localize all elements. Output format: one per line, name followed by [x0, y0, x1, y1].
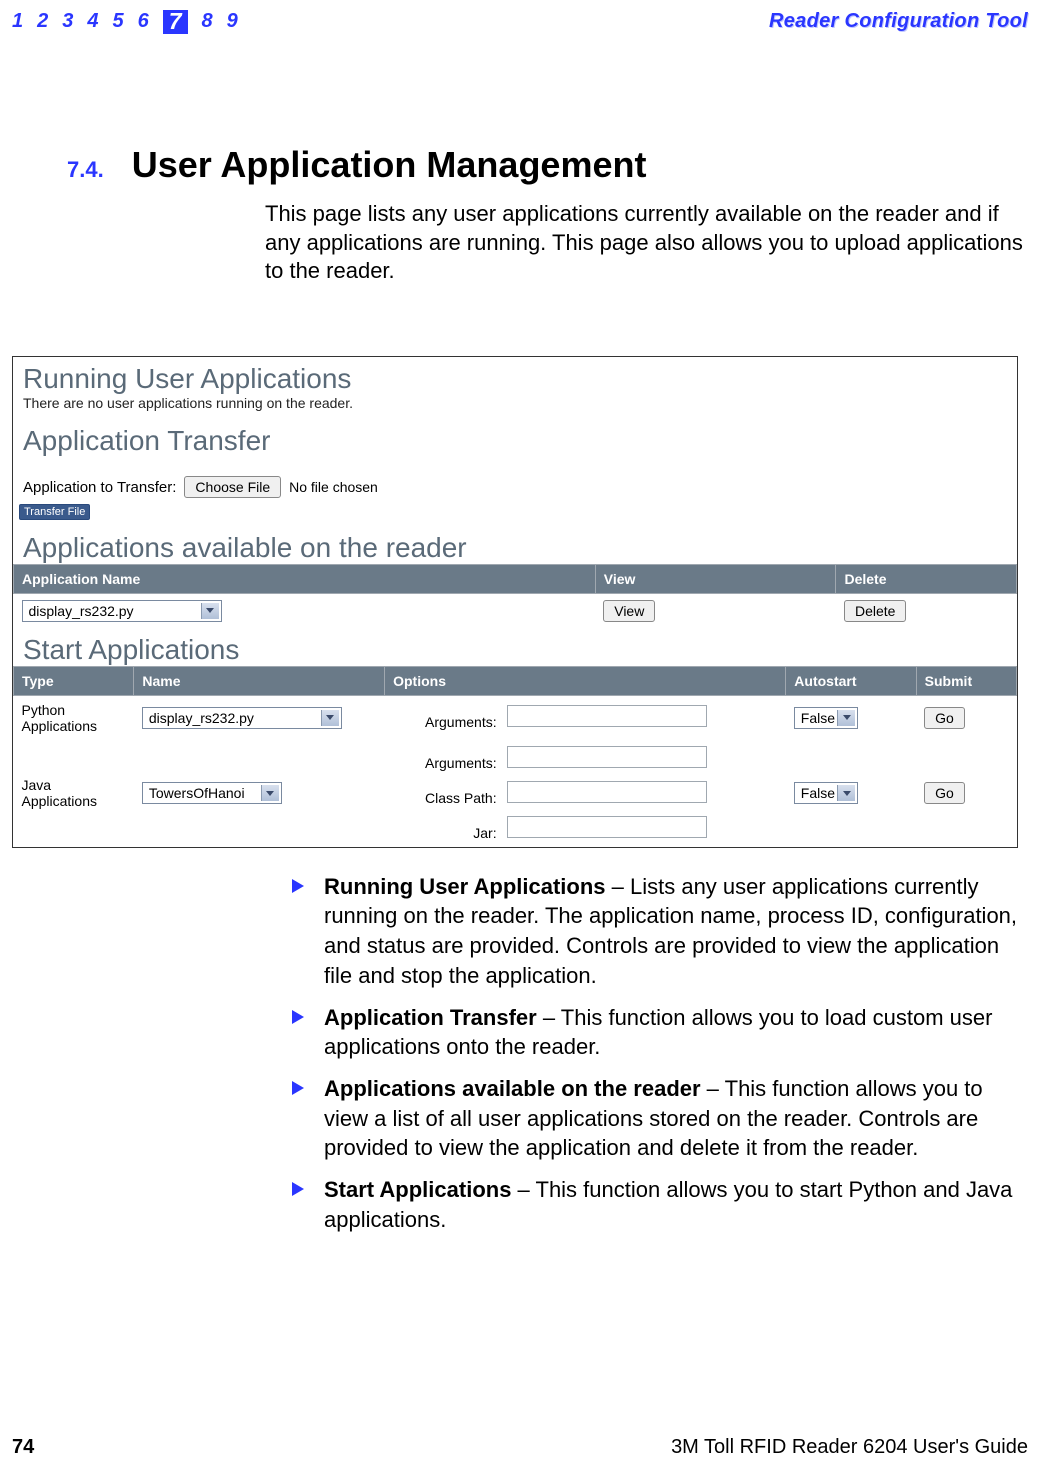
- chevron-down-icon: [837, 785, 855, 801]
- col-delete: Delete: [836, 564, 1017, 593]
- col-name: Name: [134, 666, 385, 695]
- java-args-input[interactable]: [507, 746, 707, 768]
- available-apps-title: Applications available on the reader: [13, 526, 1017, 564]
- chevron-down-icon: [261, 785, 279, 801]
- tab-3[interactable]: 3: [62, 10, 73, 34]
- java-jar-input[interactable]: [507, 816, 707, 838]
- section-title: User Application Management: [132, 144, 647, 186]
- running-apps-title: Running User Applications: [13, 357, 1017, 395]
- guide-title: 3M Toll RFID Reader 6204 User's Guide: [671, 1436, 1028, 1459]
- tab-1[interactable]: 1: [12, 10, 23, 34]
- embedded-screenshot: Running User Applications There are no u…: [12, 356, 1018, 848]
- tab-7-current[interactable]: 7: [163, 10, 188, 34]
- section-heading: 7.4. User Application Management: [67, 144, 1028, 186]
- tool-name: Reader Configuration Tool: [769, 10, 1028, 33]
- python-row: Python Applications display_rs232.py Arg…: [14, 695, 1017, 740]
- delete-button[interactable]: Delete: [844, 600, 906, 622]
- java-name-select[interactable]: TowersOfHanoi: [142, 782, 282, 804]
- col-options: Options: [385, 666, 786, 695]
- python-go-button[interactable]: Go: [924, 707, 965, 729]
- feature-list: Running User Applications – Lists any us…: [292, 872, 1018, 1235]
- java-autostart-select[interactable]: False: [794, 782, 858, 804]
- tab-6[interactable]: 6: [138, 10, 149, 34]
- bullet-start: Start Applications – This function allow…: [292, 1175, 1018, 1234]
- col-autostart: Autostart: [786, 666, 916, 695]
- chapter-tabs: 1 2 3 4 5 6 7 8 9: [12, 10, 238, 34]
- available-apps-table: Application Name View Delete display_rs2…: [13, 564, 1017, 628]
- col-app-name: Application Name: [14, 564, 596, 593]
- start-apps-title: Start Applications: [13, 628, 1017, 666]
- java-row: Java Applications TowersOfHanoi Argument…: [14, 740, 1017, 847]
- bullet-running: Running User Applications – Lists any us…: [292, 872, 1018, 991]
- no-file-text: No file chosen: [289, 479, 378, 495]
- java-classpath-input[interactable]: [507, 781, 707, 803]
- chevron-down-icon: [321, 710, 339, 726]
- python-name-select[interactable]: display_rs232.py: [142, 707, 342, 729]
- python-autostart-select[interactable]: False: [794, 707, 858, 729]
- java-type: Java Applications: [14, 740, 134, 847]
- tab-8[interactable]: 8: [202, 10, 213, 34]
- tab-5[interactable]: 5: [113, 10, 124, 34]
- intro-paragraph: This page lists any user applications cu…: [265, 200, 1025, 286]
- python-args-label: Arguments:: [393, 714, 503, 730]
- tab-9[interactable]: 9: [227, 10, 238, 34]
- python-type: Python Applications: [14, 695, 134, 740]
- bullet-available: Applications available on the reader – T…: [292, 1074, 1018, 1163]
- start-apps-table: Type Name Options Autostart Submit Pytho…: [13, 666, 1017, 847]
- header-bar: 1 2 3 4 5 6 7 8 9 Reader Configuration T…: [12, 10, 1028, 34]
- python-args-input[interactable]: [507, 705, 707, 727]
- col-submit: Submit: [916, 666, 1016, 695]
- transfer-file-button[interactable]: Transfer File: [19, 504, 90, 520]
- chevron-down-icon: [837, 710, 855, 726]
- transfer-label: Application to Transfer:: [23, 475, 176, 500]
- page-footer: 74 3M Toll RFID Reader 6204 User's Guide: [12, 1436, 1028, 1459]
- page-number: 74: [12, 1436, 34, 1459]
- app-name-select[interactable]: display_rs232.py: [22, 600, 222, 622]
- table-row: display_rs232.py View Delete: [14, 593, 1017, 628]
- col-type: Type: [14, 666, 134, 695]
- choose-file-button[interactable]: Choose File: [184, 476, 281, 498]
- col-view: View: [595, 564, 836, 593]
- java-go-button[interactable]: Go: [924, 782, 965, 804]
- app-transfer-title: Application Transfer: [13, 419, 1017, 457]
- java-classpath-label: Class Path:: [393, 790, 503, 806]
- java-jar-label: Jar:: [393, 825, 503, 841]
- running-apps-msg: There are no user applications running o…: [13, 395, 1017, 419]
- view-button[interactable]: View: [603, 600, 655, 622]
- tab-2[interactable]: 2: [37, 10, 48, 34]
- section-number: 7.4.: [67, 157, 104, 183]
- java-args-label: Arguments:: [393, 755, 503, 771]
- chevron-down-icon: [201, 603, 219, 619]
- tab-4[interactable]: 4: [87, 10, 98, 34]
- bullet-transfer: Application Transfer – This function all…: [292, 1003, 1018, 1062]
